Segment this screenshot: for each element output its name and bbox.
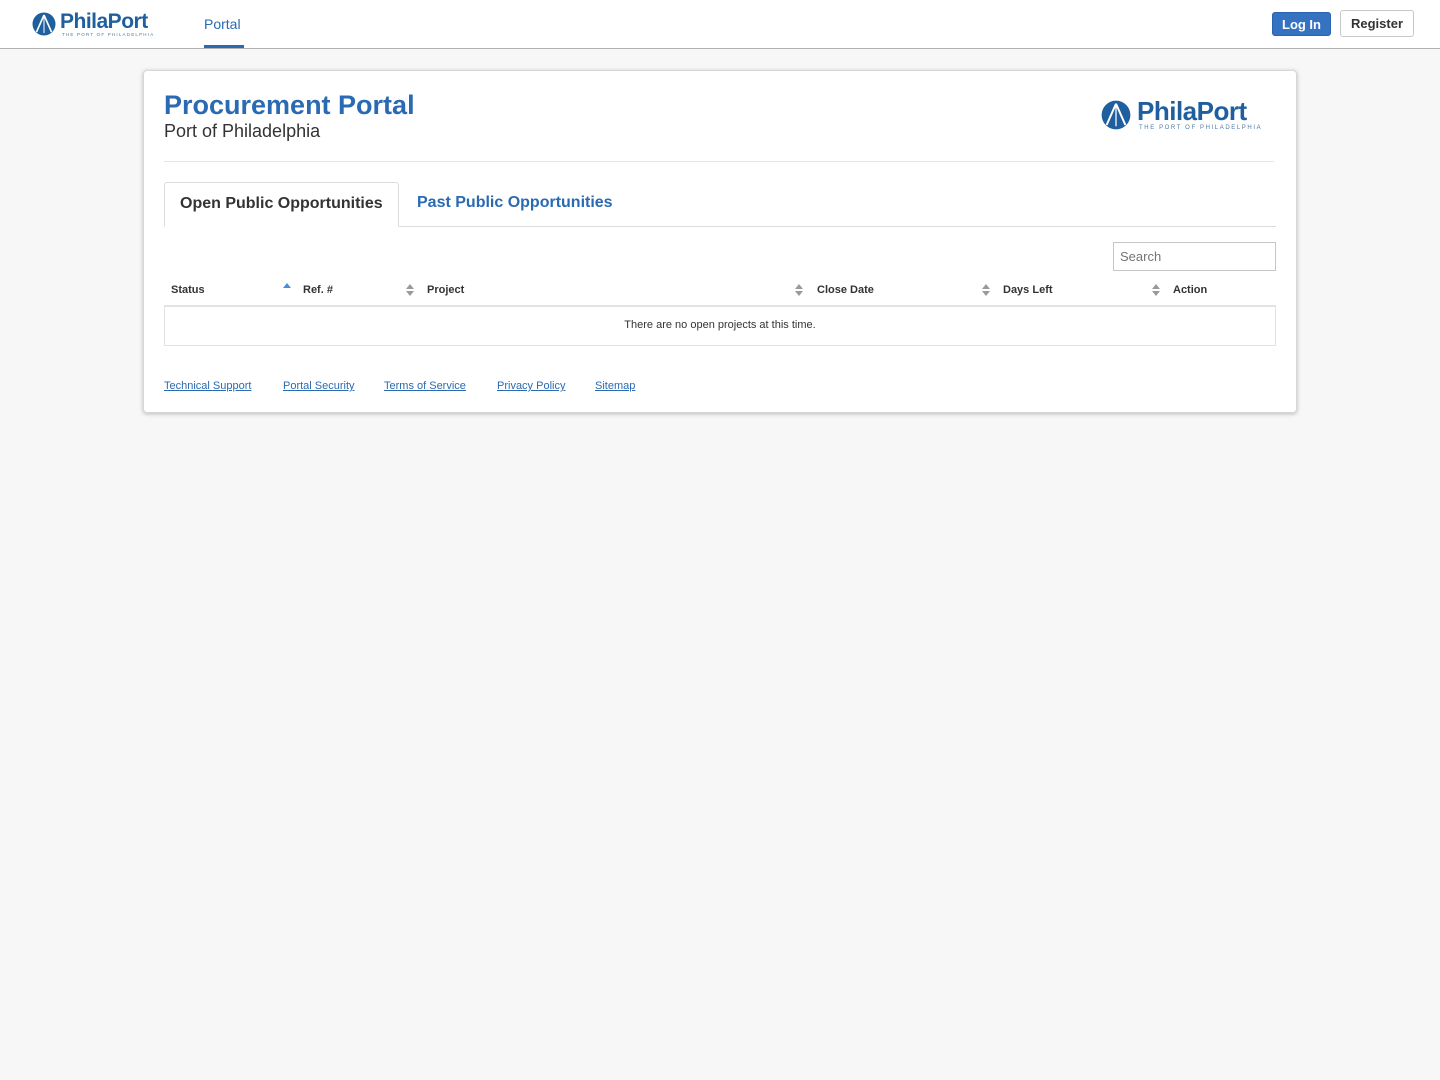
header-logo-tagline: The Port of Philadelphia xyxy=(1139,125,1263,131)
sort-icon[interactable] xyxy=(1152,284,1160,298)
philaport-header-logo: PhilaPort The Port of Philadelphia xyxy=(1101,98,1262,131)
sort-icon[interactable] xyxy=(406,284,414,298)
logo-tagline: The Port of Philadelphia xyxy=(62,32,155,37)
nav-item-portal-label: Portal xyxy=(204,16,241,32)
header-logo-wordmark: PhilaPort xyxy=(1137,96,1247,126)
sort-icon[interactable] xyxy=(982,284,990,298)
register-button[interactable]: Register xyxy=(1340,10,1414,37)
footer-link-technical-support[interactable]: Technical Support xyxy=(164,380,251,392)
column-header-close-date[interactable]: Close Date xyxy=(817,284,874,296)
search-input[interactable] xyxy=(1113,242,1276,271)
page-subtitle: Port of Philadelphia xyxy=(164,121,321,141)
column-header-days-left[interactable]: Days Left xyxy=(1003,284,1053,296)
footer-link-sitemap[interactable]: Sitemap xyxy=(595,380,635,392)
column-header-action: Action xyxy=(1173,284,1208,296)
page-title: Procurement Portal xyxy=(164,90,415,120)
logo-wordmark: PhilaPort xyxy=(60,10,148,33)
philaport-logo-icon xyxy=(32,12,56,36)
login-button[interactable]: Log In xyxy=(1272,12,1331,36)
nav-active-indicator xyxy=(204,45,244,48)
footer-link-terms-of-service[interactable]: Terms of Service xyxy=(384,380,466,392)
tab-past-public-opportunities[interactable]: Past Public Opportunities xyxy=(417,194,613,212)
sort-icon[interactable] xyxy=(795,284,803,298)
tab-open-public-opportunities[interactable]: Open Public Opportunities xyxy=(164,182,399,227)
philaport-logo[interactable]: PhilaPort The Port of Philadelphia xyxy=(32,11,154,38)
header-divider xyxy=(164,161,1274,162)
nav-item-portal[interactable]: Portal xyxy=(204,0,244,48)
column-header-project[interactable]: Project xyxy=(427,284,464,296)
column-header-status[interactable]: Status xyxy=(171,284,205,296)
footer-link-portal-security[interactable]: Portal Security xyxy=(283,380,355,392)
table-empty-row: There are no open projects at this time. xyxy=(164,307,1276,346)
footer-link-privacy-policy[interactable]: Privacy Policy xyxy=(497,380,565,392)
top-navbar: PhilaPort The Port of Philadelphia Porta… xyxy=(0,0,1440,49)
sort-ascending-icon[interactable] xyxy=(283,283,291,297)
philaport-logo-icon xyxy=(1101,100,1131,130)
column-header-ref[interactable]: Ref. # xyxy=(303,284,333,296)
tab-open-label: Open Public Opportunities xyxy=(180,195,383,212)
empty-message: There are no open projects at this time. xyxy=(624,319,816,331)
